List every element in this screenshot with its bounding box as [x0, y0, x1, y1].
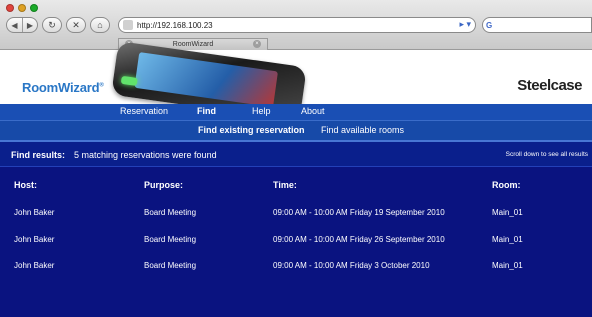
- nav-find[interactable]: Find: [197, 106, 216, 116]
- main-navigation: Reservation Find Help About: [0, 104, 592, 120]
- forward-icon[interactable]: ▶: [22, 18, 37, 32]
- cell-host[interactable]: John Baker: [14, 208, 54, 217]
- sub-navigation: Find existing reservation Find available…: [0, 120, 592, 140]
- browser-toolbar: ◀ ▶ ↻ ✕ ⌂: [6, 16, 110, 34]
- minimize-window-button[interactable]: [18, 4, 26, 12]
- search-engine-icon[interactable]: G: [486, 21, 492, 30]
- column-header-time: Time:: [273, 180, 297, 190]
- nav-help[interactable]: Help: [252, 106, 271, 116]
- results-table: Host: Purpose: Time: Room: John Baker Bo…: [0, 166, 592, 317]
- cell-room[interactable]: Main_01: [492, 261, 523, 270]
- device-status-light: [120, 75, 138, 86]
- cell-host[interactable]: John Baker: [14, 261, 54, 270]
- close-window-button[interactable]: [6, 4, 14, 12]
- cell-time[interactable]: 09:00 AM - 10:00 AM Friday 3 October 201…: [273, 261, 430, 270]
- tab-bar: × RoomWizard ×: [0, 38, 592, 50]
- browser-chrome: ◀ ▶ ↻ ✕ ⌂ http://192.168.100.23 ▸ ▾ G × …: [0, 0, 592, 50]
- roomwizard-logo: RoomWizard®: [22, 80, 104, 95]
- scroll-hint: Scroll down to see all results: [505, 151, 588, 158]
- column-header-host: Host:: [14, 180, 37, 190]
- device-screen: [134, 52, 278, 108]
- cell-room[interactable]: Main_01: [492, 208, 523, 217]
- site-icon: [123, 20, 133, 30]
- subnav-find-existing[interactable]: Find existing reservation: [198, 125, 305, 135]
- column-header-purpose: Purpose:: [144, 180, 184, 190]
- address-bar[interactable]: http://192.168.100.23 ▸ ▾: [118, 17, 476, 33]
- column-header-room: Room:: [492, 180, 521, 190]
- cell-purpose[interactable]: Board Meeting: [144, 261, 196, 270]
- nav-reservation[interactable]: Reservation: [120, 106, 168, 116]
- nav-about[interactable]: About: [301, 106, 325, 116]
- window-controls: [6, 4, 38, 12]
- search-field[interactable]: G: [482, 17, 592, 33]
- cell-purpose[interactable]: Board Meeting: [144, 235, 196, 244]
- cell-room[interactable]: Main_01: [492, 235, 523, 244]
- zoom-window-button[interactable]: [30, 4, 38, 12]
- tab-title: RoomWizard: [172, 41, 214, 48]
- tab-close-icon[interactable]: ×: [253, 40, 261, 48]
- back-forward-buttons: ◀ ▶: [6, 17, 38, 33]
- stop-icon[interactable]: ✕: [66, 17, 86, 33]
- cell-host[interactable]: John Baker: [14, 235, 54, 244]
- subnav-find-available[interactable]: Find available rooms: [321, 125, 404, 135]
- steelcase-logo: Steelcase: [517, 77, 582, 94]
- results-count-text: 5 matching reservations were found: [74, 150, 217, 160]
- address-text[interactable]: http://192.168.100.23: [137, 21, 213, 30]
- cell-purpose[interactable]: Board Meeting: [144, 208, 196, 217]
- results-label: Find results:: [11, 150, 66, 160]
- go-arrows-icon[interactable]: ▸ ▾: [459, 19, 471, 30]
- back-icon[interactable]: ◀: [7, 18, 22, 32]
- cell-time[interactable]: 09:00 AM - 10:00 AM Friday 19 September …: [273, 208, 445, 217]
- cell-time[interactable]: 09:00 AM - 10:00 AM Friday 26 September …: [273, 235, 445, 244]
- reload-icon[interactable]: ↻: [42, 17, 62, 33]
- results-summary: Find results: 5 matching reservations we…: [0, 140, 592, 166]
- home-icon[interactable]: ⌂: [90, 17, 110, 33]
